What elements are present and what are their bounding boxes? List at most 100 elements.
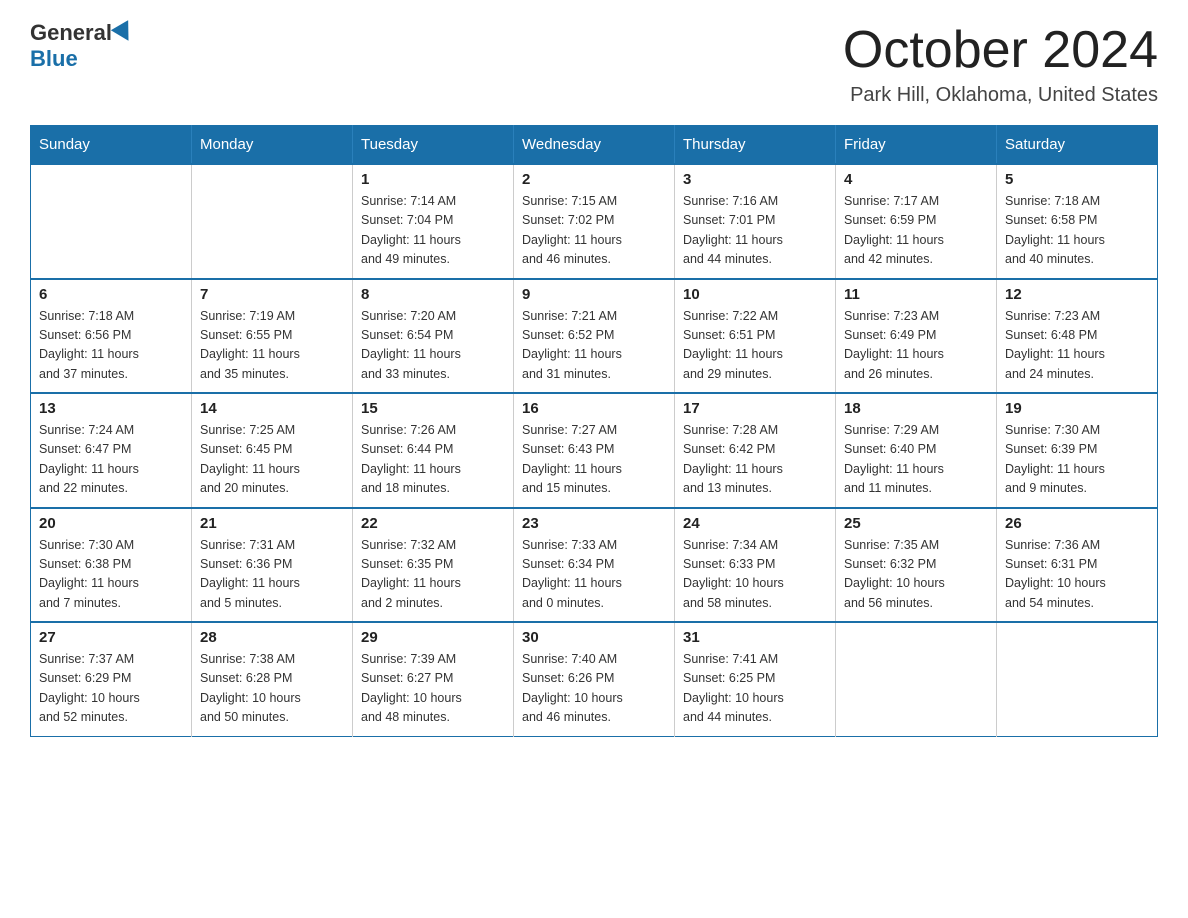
day-number: 23: [522, 515, 666, 532]
header-tuesday: Tuesday: [353, 126, 514, 165]
calendar-cell: 12 Sunrise: 7:23 AM Sunset: 6:48 PM Dayli…: [997, 279, 1158, 394]
day-info: Sunrise: 7:33 AM Sunset: 6:34 PM Dayligh…: [522, 536, 666, 614]
day-info: Sunrise: 7:41 AM Sunset: 6:25 PM Dayligh…: [683, 650, 827, 728]
day-number: 4: [844, 171, 988, 188]
calendar-cell: 24 Sunrise: 7:34 AM Sunset: 6:33 PM Dayli…: [675, 508, 836, 623]
calendar-week-row: 1Sunrise: 7:14 AM Sunset: 7:04 PM Daylig…: [31, 164, 1158, 279]
day-info: Sunrise: 7:14 AM Sunset: 7:04 PM Dayligh…: [361, 192, 505, 270]
day-info: Sunrise: 7:35 AM Sunset: 6:32 PM Dayligh…: [844, 536, 988, 614]
day-info: Sunrise: 7:40 AM Sunset: 6:26 PM Dayligh…: [522, 650, 666, 728]
calendar-cell: 4 Sunrise: 7:17 AM Sunset: 6:59 PM Daylig…: [836, 164, 997, 279]
day-number: 3: [683, 171, 827, 188]
day-number: 9: [522, 286, 666, 303]
day-number: 7: [200, 286, 344, 303]
calendar-cell: 8Sunrise: 7:20 AM Sunset: 6:54 PM Daylig…: [353, 279, 514, 394]
day-number: 17: [683, 400, 827, 417]
day-info: Sunrise: 7:22 AM Sunset: 6:51 PM Dayligh…: [683, 307, 827, 385]
day-info: Sunrise: 7:26 AM Sunset: 6:44 PM Dayligh…: [361, 421, 505, 499]
header-sunday: Sunday: [31, 126, 192, 165]
header-thursday: Thursday: [675, 126, 836, 165]
day-number: 29: [361, 629, 505, 646]
day-info: Sunrise: 7:37 AM Sunset: 6:29 PM Dayligh…: [39, 650, 183, 728]
day-number: 26: [1005, 515, 1149, 532]
day-number: 13: [39, 400, 183, 417]
title-block: October 2024 Park Hill, Oklahoma, United…: [843, 20, 1158, 107]
day-info: Sunrise: 7:30 AM Sunset: 6:39 PM Dayligh…: [1005, 421, 1149, 499]
logo: General Blue: [30, 20, 136, 72]
calendar-cell: 22 Sunrise: 7:32 AM Sunset: 6:35 PM Dayli…: [353, 508, 514, 623]
day-number: 16: [522, 400, 666, 417]
calendar-cell: 26 Sunrise: 7:36 AM Sunset: 6:31 PM Dayli…: [997, 508, 1158, 623]
calendar-cell: 27 Sunrise: 7:37 AM Sunset: 6:29 PM Dayli…: [31, 622, 192, 736]
calendar-cell: 16 Sunrise: 7:27 AM Sunset: 6:43 PM Dayli…: [514, 393, 675, 508]
calendar-cell: [31, 164, 192, 279]
day-number: 27: [39, 629, 183, 646]
calendar-cell: 15 Sunrise: 7:26 AM Sunset: 6:44 PM Dayli…: [353, 393, 514, 508]
day-info: Sunrise: 7:18 AM Sunset: 6:56 PM Dayligh…: [39, 307, 183, 385]
day-info: Sunrise: 7:24 AM Sunset: 6:47 PM Dayligh…: [39, 421, 183, 499]
day-number: 22: [361, 515, 505, 532]
calendar-cell: 21Sunrise: 7:31 AM Sunset: 6:36 PM Dayli…: [192, 508, 353, 623]
logo-general-text: General: [30, 20, 112, 46]
day-info: Sunrise: 7:34 AM Sunset: 6:33 PM Dayligh…: [683, 536, 827, 614]
calendar-week-row: 13 Sunrise: 7:24 AM Sunset: 6:47 PM Dayli…: [31, 393, 1158, 508]
day-info: Sunrise: 7:28 AM Sunset: 6:42 PM Dayligh…: [683, 421, 827, 499]
day-number: 18: [844, 400, 988, 417]
calendar-week-row: 6 Sunrise: 7:18 AM Sunset: 6:56 PM Daylig…: [31, 279, 1158, 394]
calendar-cell: 23 Sunrise: 7:33 AM Sunset: 6:34 PM Dayli…: [514, 508, 675, 623]
day-number: 24: [683, 515, 827, 532]
calendar-cell: 19 Sunrise: 7:30 AM Sunset: 6:39 PM Dayli…: [997, 393, 1158, 508]
day-number: 25: [844, 515, 988, 532]
calendar-header-row: SundayMondayTuesdayWednesdayThursdayFrid…: [31, 126, 1158, 165]
calendar-cell: 17 Sunrise: 7:28 AM Sunset: 6:42 PM Dayli…: [675, 393, 836, 508]
day-number: 14: [200, 400, 344, 417]
day-info: Sunrise: 7:18 AM Sunset: 6:58 PM Dayligh…: [1005, 192, 1149, 270]
calendar-table: SundayMondayTuesdayWednesdayThursdayFrid…: [30, 125, 1158, 737]
day-info: Sunrise: 7:19 AM Sunset: 6:55 PM Dayligh…: [200, 307, 344, 385]
calendar-week-row: 27 Sunrise: 7:37 AM Sunset: 6:29 PM Dayli…: [31, 622, 1158, 736]
day-number: 28: [200, 629, 344, 646]
day-number: 2: [522, 171, 666, 188]
calendar-week-row: 20Sunrise: 7:30 AM Sunset: 6:38 PM Dayli…: [31, 508, 1158, 623]
calendar-cell: 31 Sunrise: 7:41 AM Sunset: 6:25 PM Dayli…: [675, 622, 836, 736]
calendar-cell: 20Sunrise: 7:30 AM Sunset: 6:38 PM Dayli…: [31, 508, 192, 623]
day-number: 11: [844, 286, 988, 303]
page-header: General Blue October 2024 Park Hill, Okl…: [30, 20, 1158, 107]
calendar-cell: [836, 622, 997, 736]
day-info: Sunrise: 7:21 AM Sunset: 6:52 PM Dayligh…: [522, 307, 666, 385]
day-number: 12: [1005, 286, 1149, 303]
day-info: Sunrise: 7:25 AM Sunset: 6:45 PM Dayligh…: [200, 421, 344, 499]
day-info: Sunrise: 7:32 AM Sunset: 6:35 PM Dayligh…: [361, 536, 505, 614]
logo-arrow-icon: [111, 20, 137, 46]
day-info: Sunrise: 7:23 AM Sunset: 6:48 PM Dayligh…: [1005, 307, 1149, 385]
day-info: Sunrise: 7:38 AM Sunset: 6:28 PM Dayligh…: [200, 650, 344, 728]
calendar-cell: 9 Sunrise: 7:21 AM Sunset: 6:52 PM Daylig…: [514, 279, 675, 394]
day-info: Sunrise: 7:15 AM Sunset: 7:02 PM Dayligh…: [522, 192, 666, 270]
calendar-cell: 6 Sunrise: 7:18 AM Sunset: 6:56 PM Daylig…: [31, 279, 192, 394]
header-monday: Monday: [192, 126, 353, 165]
calendar-cell: 29Sunrise: 7:39 AM Sunset: 6:27 PM Dayli…: [353, 622, 514, 736]
day-info: Sunrise: 7:36 AM Sunset: 6:31 PM Dayligh…: [1005, 536, 1149, 614]
day-number: 6: [39, 286, 183, 303]
month-title: October 2024: [843, 20, 1158, 80]
day-info: Sunrise: 7:17 AM Sunset: 6:59 PM Dayligh…: [844, 192, 988, 270]
calendar-cell: 1Sunrise: 7:14 AM Sunset: 7:04 PM Daylig…: [353, 164, 514, 279]
day-number: 19: [1005, 400, 1149, 417]
location-label: Park Hill, Oklahoma, United States: [843, 84, 1158, 107]
day-info: Sunrise: 7:29 AM Sunset: 6:40 PM Dayligh…: [844, 421, 988, 499]
day-number: 31: [683, 629, 827, 646]
day-info: Sunrise: 7:16 AM Sunset: 7:01 PM Dayligh…: [683, 192, 827, 270]
logo-blue-text: Blue: [30, 46, 78, 71]
day-number: 8: [361, 286, 505, 303]
calendar-cell: [997, 622, 1158, 736]
calendar-cell: 2 Sunrise: 7:15 AM Sunset: 7:02 PM Daylig…: [514, 164, 675, 279]
calendar-cell: 30Sunrise: 7:40 AM Sunset: 6:26 PM Dayli…: [514, 622, 675, 736]
day-info: Sunrise: 7:30 AM Sunset: 6:38 PM Dayligh…: [39, 536, 183, 614]
calendar-cell: 28 Sunrise: 7:38 AM Sunset: 6:28 PM Dayli…: [192, 622, 353, 736]
day-number: 15: [361, 400, 505, 417]
calendar-cell: 11Sunrise: 7:23 AM Sunset: 6:49 PM Dayli…: [836, 279, 997, 394]
day-number: 5: [1005, 171, 1149, 188]
header-friday: Friday: [836, 126, 997, 165]
calendar-cell: 14 Sunrise: 7:25 AM Sunset: 6:45 PM Dayli…: [192, 393, 353, 508]
day-info: Sunrise: 7:27 AM Sunset: 6:43 PM Dayligh…: [522, 421, 666, 499]
